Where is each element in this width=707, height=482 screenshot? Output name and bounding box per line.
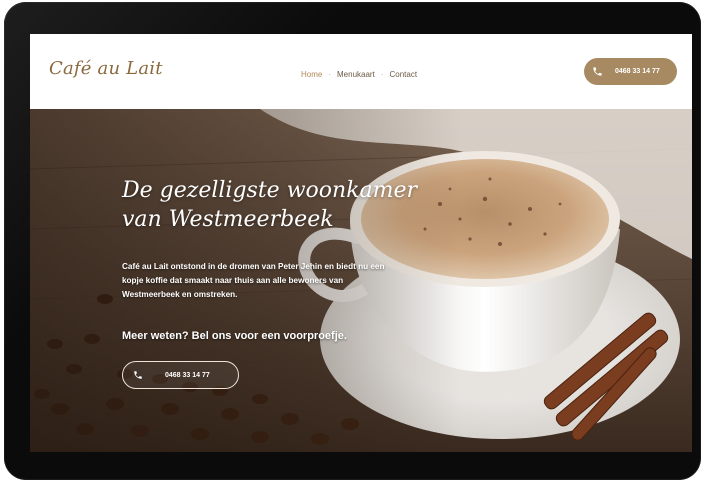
phone-icon — [134, 371, 142, 379]
hero-phone-button[interactable]: 0468 33 14 77 — [122, 361, 239, 389]
browser-screen: Café au Lait Home · Menukaart · Contact … — [30, 34, 692, 452]
nav-separator: · — [380, 70, 384, 79]
nav-item-contact[interactable]: Contact — [389, 70, 417, 79]
hero-heading: De gezelligste woonkamer van Westmeerbee… — [122, 178, 418, 232]
nav-separator: · — [328, 70, 332, 79]
hero-section: De gezelligste woonkamer van Westmeerbee… — [30, 109, 692, 452]
site-logo[interactable]: Café au Lait — [49, 58, 163, 79]
hero-cta-text: Meer weten? Bel ons voor een voorproefje… — [122, 330, 347, 342]
header-phone-button[interactable]: 0468 33 14 77 — [584, 58, 677, 85]
nav-item-home[interactable]: Home — [301, 70, 322, 79]
main-nav: Home · Menukaart · Contact — [301, 70, 417, 79]
header-phone-number: 0468 33 14 77 — [615, 68, 660, 75]
site-header: Café au Lait Home · Menukaart · Contact … — [30, 34, 692, 109]
hero-intro-text: Café au Lait ontstond in de dromen van P… — [122, 262, 385, 299]
nav-item-menukaart[interactable]: Menukaart — [337, 70, 375, 79]
hero-phone-number: 0468 33 14 77 — [165, 371, 210, 379]
phone-icon — [593, 67, 602, 76]
